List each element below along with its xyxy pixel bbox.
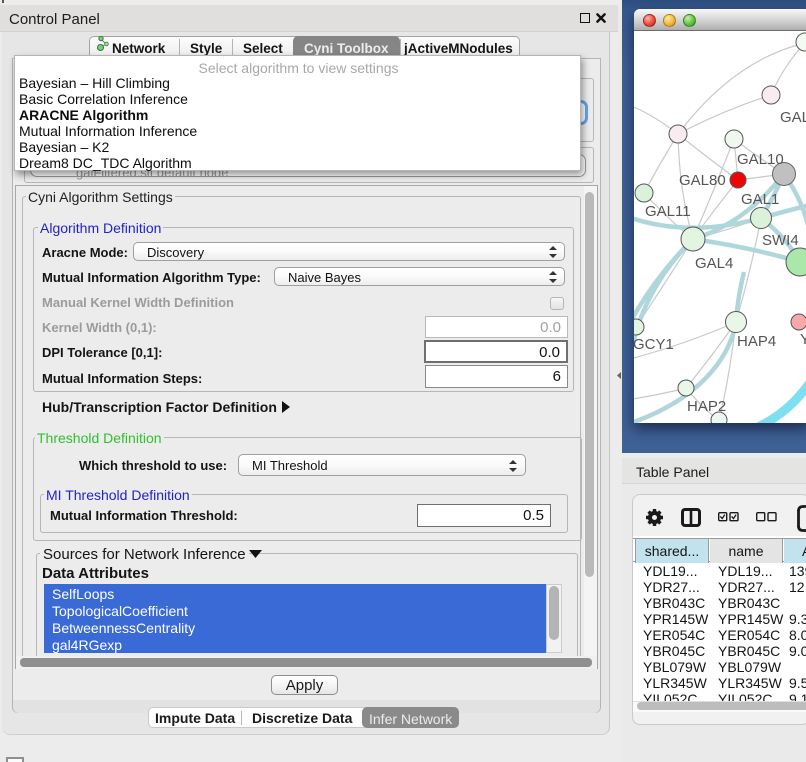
svg-text:GAL1: GAL1 <box>741 191 779 208</box>
svg-text:SWI4: SWI4 <box>762 232 799 249</box>
svg-text:Y: Y <box>800 331 806 348</box>
svg-text:GAL8: GAL8 <box>780 109 806 126</box>
svg-text:GAL80: GAL80 <box>679 172 726 189</box>
svg-text:GAL4: GAL4 <box>695 255 733 272</box>
svg-text:GAL11: GAL11 <box>645 203 691 220</box>
svg-text:HAP4: HAP4 <box>737 333 776 350</box>
svg-text:HAP2: HAP2 <box>687 398 726 415</box>
svg-text:GCY1: GCY1 <box>634 336 674 353</box>
svg-text:GAL10: GAL10 <box>737 151 784 168</box>
